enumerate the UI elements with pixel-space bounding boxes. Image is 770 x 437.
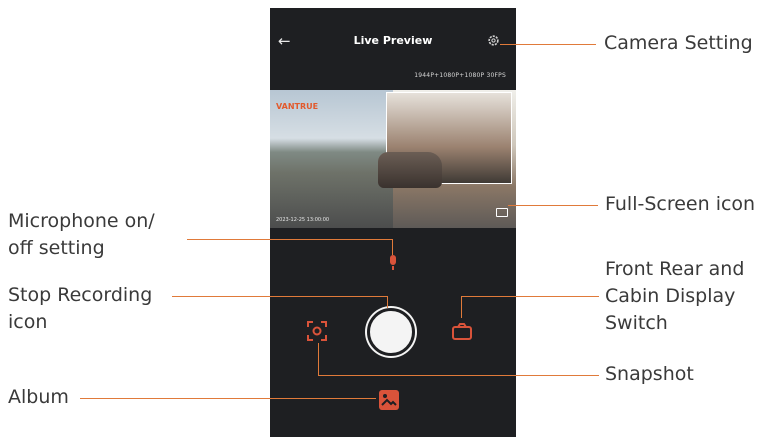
callout-line-camera-setting — [500, 44, 596, 45]
callout-line-switch — [461, 296, 599, 297]
callout-line-snapshot-drop — [318, 343, 319, 375]
callout-full-screen: Full-Screen icon — [605, 193, 756, 215]
microphone-icon[interactable] — [387, 255, 399, 271]
callout-camera-setting: Camera Setting — [604, 32, 753, 54]
brand-logo: VANTRUE — [276, 102, 319, 111]
callout-line-mic — [187, 239, 392, 240]
car-image — [378, 152, 442, 188]
page-title: Live Preview — [353, 34, 433, 47]
gear-icon[interactable] — [487, 34, 500, 47]
callout-album: Album — [8, 386, 69, 408]
resolution-label: 1944P+1080P+1080P 30FPS — [414, 72, 506, 79]
callout-stop-line1: Stop Recording — [8, 284, 153, 306]
callout-mic-line1: Microphone on/ — [8, 210, 155, 232]
callout-snapshot: Snapshot — [605, 363, 694, 385]
callout-line-switch-drop — [461, 296, 462, 318]
top-bar: ← Live Preview — [270, 32, 516, 56]
callout-stop-line2: icon — [8, 311, 48, 333]
timestamp-overlay: 2023-12-25 13:00:00 — [276, 217, 330, 223]
live-preview[interactable]: VANTRUE 2023-12-25 13:00:00 — [270, 90, 516, 228]
fullscreen-icon[interactable] — [496, 208, 508, 217]
camera-switch-icon[interactable] — [451, 323, 473, 341]
callout-mic-line2: off setting — [8, 237, 105, 259]
callout-line-mic-drop — [392, 239, 393, 255]
callout-line-stop-drop — [387, 296, 388, 308]
callout-line-album — [80, 398, 376, 399]
album-icon[interactable] — [378, 389, 400, 411]
callout-line-stop — [172, 296, 387, 297]
stop-recording-button[interactable] — [367, 308, 415, 356]
callout-switch-line1: Front Rear and — [605, 258, 745, 280]
callout-switch-line2: Cabin Display — [605, 285, 736, 307]
callout-line-full-screen — [508, 205, 598, 206]
snapshot-icon[interactable] — [307, 321, 327, 341]
callout-switch-line3: Switch — [605, 312, 668, 334]
callout-line-snapshot — [318, 375, 599, 376]
phone-screen: ← Live Preview 1944P+1080P+1080P 30FPS V… — [270, 8, 516, 437]
